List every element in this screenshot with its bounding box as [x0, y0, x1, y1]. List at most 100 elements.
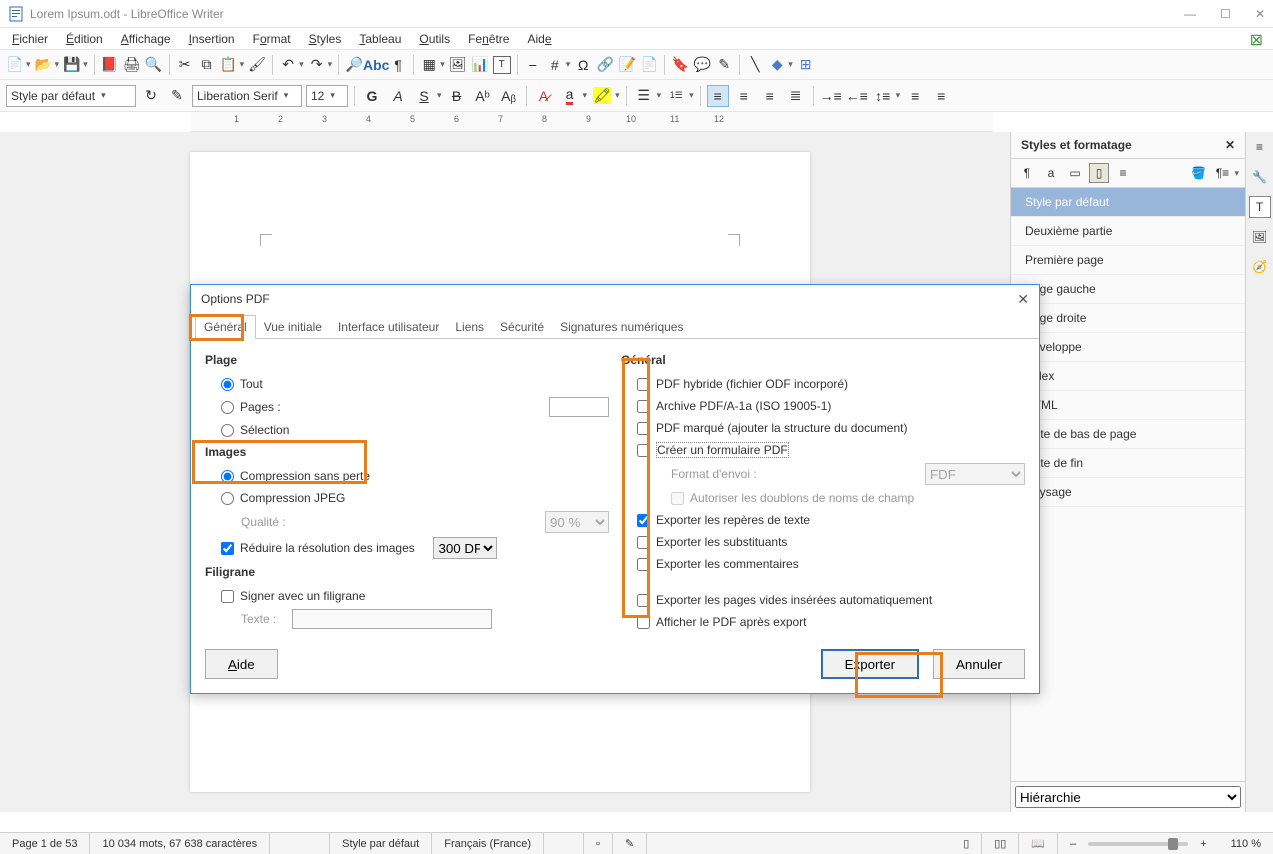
frame-styles-icon[interactable]: ▭ — [1065, 163, 1085, 183]
image-icon[interactable]: 🖼 — [449, 56, 467, 74]
save-icon[interactable]: 💾 — [63, 56, 81, 74]
new-style-icon[interactable]: ✎ — [166, 85, 188, 107]
style-item[interactable]: Note de fin — [1011, 449, 1245, 478]
close-doc-icon[interactable]: ⊠ — [1250, 30, 1263, 50]
font-color-icon[interactable]: a — [559, 85, 581, 107]
char-styles-icon[interactable]: a — [1041, 163, 1061, 183]
textbox-icon[interactable]: T — [493, 56, 511, 74]
img-quality-spin[interactable]: 90 % — [545, 511, 609, 533]
line-spacing-icon[interactable]: ↕≡ — [872, 85, 894, 107]
pagebreak-icon[interactable]: ⎯ — [524, 56, 542, 74]
undo-icon[interactable]: ↶ — [279, 56, 297, 74]
gen-format-select[interactable]: FDF — [925, 463, 1025, 485]
page-styles-icon[interactable]: ▯ — [1089, 163, 1109, 183]
update-style-icon[interactable]: ↻ — [140, 85, 162, 107]
dialog-close-icon[interactable]: ✕ — [1017, 291, 1029, 308]
align-center-icon[interactable]: ≡ — [733, 85, 755, 107]
sidebar-properties-icon[interactable]: 🔧 — [1249, 166, 1271, 188]
tab-interface[interactable]: Interface utilisateur — [330, 316, 447, 338]
new-style-from-icon[interactable]: ¶≡ — [1212, 163, 1232, 183]
style-item[interactable]: Page gauche — [1011, 275, 1245, 304]
plage-selection-radio[interactable] — [221, 424, 234, 437]
bookmark-icon[interactable]: 🔖 — [671, 56, 689, 74]
status-lang[interactable]: Français (France) — [432, 833, 544, 854]
style-item[interactable]: Style par défaut — [1011, 188, 1245, 217]
bullet-list-icon[interactable]: ☰ — [633, 85, 655, 107]
view-multi-icon[interactable]: ▯▯ — [982, 833, 1019, 854]
menu-styles[interactable]: Styles — [301, 30, 350, 48]
styles-filter-select[interactable]: Hiérarchie — [1015, 786, 1241, 808]
styles-list[interactable]: Style par défaut Deuxième partie Premièr… — [1011, 188, 1245, 781]
img-dpi-select[interactable]: 300 DPI — [433, 537, 497, 559]
sidebar-menu-icon[interactable]: ≡ — [1249, 136, 1271, 158]
hyperlink-icon[interactable]: 🔗 — [596, 56, 614, 74]
style-item[interactable]: Deuxième partie — [1011, 217, 1245, 246]
line-icon[interactable]: ╲ — [746, 56, 764, 74]
gen-pdfa-checkbox[interactable] — [637, 400, 650, 413]
menu-fenetre[interactable]: Fenêtre — [460, 30, 517, 48]
align-justify-icon[interactable]: ≣ — [785, 85, 807, 107]
draw-functions-icon[interactable]: ⊞ — [797, 56, 815, 74]
tab-signatures[interactable]: Signatures numériques — [552, 316, 691, 338]
endnote-icon[interactable]: 📄 — [640, 56, 658, 74]
fill-format-icon[interactable]: 🪣 — [1188, 163, 1208, 183]
ruler[interactable]: 1 2 3 4 5 6 7 8 9 10 11 12 — [190, 112, 993, 132]
view-single-icon[interactable]: ▯ — [951, 833, 982, 854]
plage-pages-input[interactable] — [549, 397, 609, 417]
gen-marque-checkbox[interactable] — [637, 422, 650, 435]
gen-vides-checkbox[interactable] — [637, 594, 650, 607]
exporter-button[interactable]: Exporter — [821, 649, 919, 679]
paste-icon[interactable]: 📋 — [220, 56, 238, 74]
clone-format-icon[interactable]: 🖌 — [248, 56, 266, 74]
style-item[interactable]: HTML — [1011, 391, 1245, 420]
new-icon[interactable]: 📄 — [6, 56, 24, 74]
spellcheck-icon[interactable]: Abc — [367, 56, 385, 74]
align-right-icon[interactable]: ≡ — [759, 85, 781, 107]
tab-general[interactable]: Général — [195, 315, 256, 339]
para-styles-icon[interactable]: ¶ — [1017, 163, 1037, 183]
cut-icon[interactable]: ✂ — [176, 56, 194, 74]
status-insert[interactable] — [544, 833, 584, 854]
style-item[interactable]: Index — [1011, 362, 1245, 391]
superscript-icon[interactable]: Aᵇ — [472, 85, 494, 107]
plage-pages-radio[interactable] — [221, 401, 234, 414]
print-icon[interactable]: 🖨 — [123, 56, 141, 74]
menu-format[interactable]: Format — [245, 30, 299, 48]
minimize-icon[interactable]: — — [1184, 7, 1196, 21]
style-item[interactable]: Note de bas de page — [1011, 420, 1245, 449]
footnote-icon[interactable]: 📝 — [618, 56, 636, 74]
maximize-icon[interactable]: ☐ — [1220, 7, 1231, 21]
comment-icon[interactable]: 💬 — [693, 56, 711, 74]
status-page[interactable]: Page 1 de 53 — [0, 833, 90, 854]
menu-outils[interactable]: Outils — [411, 30, 458, 48]
subscript-icon[interactable]: Aᵦ — [498, 85, 520, 107]
trackchanges-icon[interactable]: ✎ — [715, 56, 733, 74]
sidebar-navigator-icon[interactable]: 🧭 — [1249, 256, 1271, 278]
increase-indent-icon[interactable]: →≡ — [820, 85, 842, 107]
menu-fichier[interactable]: Fichier — [4, 30, 56, 48]
paragraph-style-select[interactable]: Style par défaut▾ — [6, 85, 136, 107]
tab-vue-initiale[interactable]: Vue initiale — [256, 316, 330, 338]
filigrane-checkbox[interactable] — [221, 590, 234, 603]
gen-doublons-checkbox[interactable] — [671, 492, 684, 505]
filigrane-text-input[interactable] — [292, 609, 492, 629]
export-pdf-icon[interactable]: 📕 — [101, 56, 119, 74]
sidebar-styles-icon[interactable]: T — [1249, 196, 1271, 218]
gen-comm-checkbox[interactable] — [637, 558, 650, 571]
specialchar-icon[interactable]: Ω — [574, 56, 592, 74]
print-preview-icon[interactable]: 🔍 — [145, 56, 163, 74]
status-sig-icon[interactable]: ✎ — [613, 833, 647, 854]
basic-shapes-icon[interactable]: ◆ — [768, 56, 786, 74]
gen-afficher-checkbox[interactable] — [637, 616, 650, 629]
style-item[interactable]: Enveloppe — [1011, 333, 1245, 362]
gen-subst-checkbox[interactable] — [637, 536, 650, 549]
gen-hybrid-checkbox[interactable] — [637, 378, 650, 391]
status-zoom[interactable]: 110 % — [1219, 833, 1273, 854]
chart-icon[interactable]: 📊 — [471, 56, 489, 74]
img-lossless-radio[interactable] — [221, 470, 234, 483]
tab-securite[interactable]: Sécurité — [492, 316, 552, 338]
find-replace-icon[interactable]: 🔎 — [345, 56, 363, 74]
img-jpeg-radio[interactable] — [221, 492, 234, 505]
nonprinting-icon[interactable]: ¶ — [389, 56, 407, 74]
status-selection-icon[interactable]: ▫ — [584, 833, 613, 854]
